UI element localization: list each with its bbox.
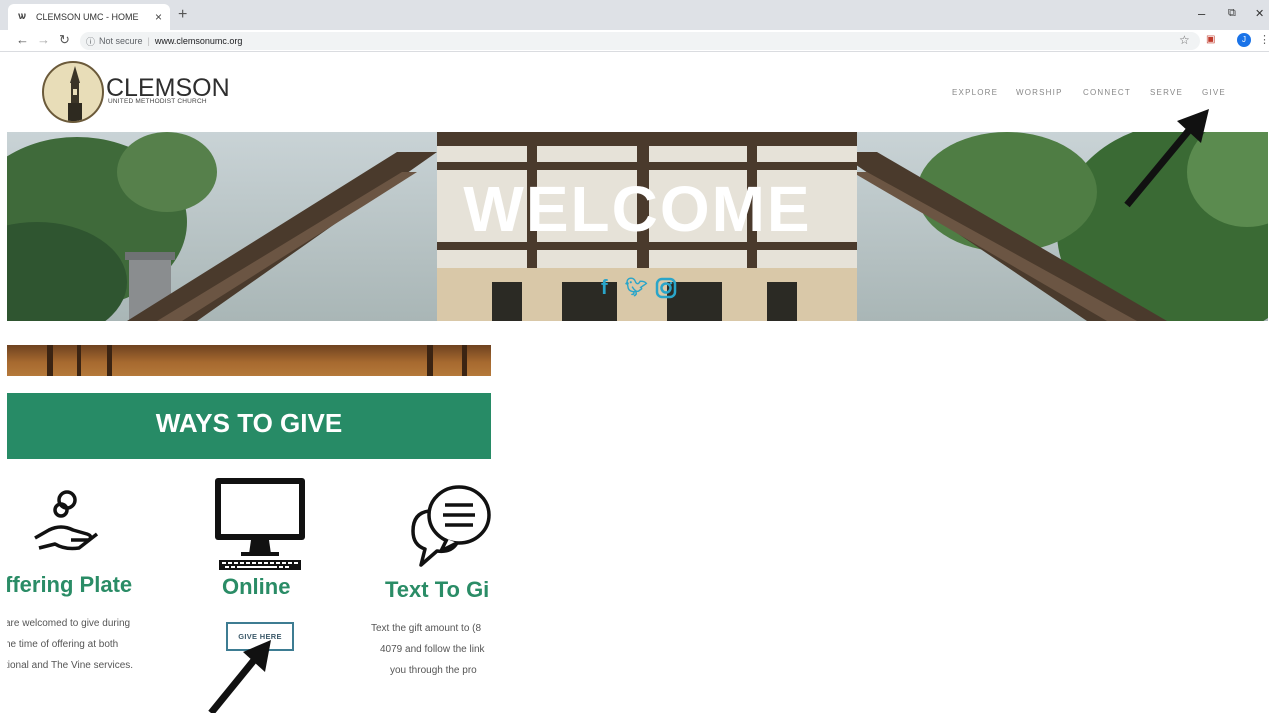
forward-arrow-icon[interactable]: → [37, 32, 50, 47]
back-arrow-icon[interactable]: ← [16, 32, 29, 47]
offering-plate-line-2: ne time of offering at both [7, 639, 119, 650]
text-to-give-title: Text To Gi [385, 577, 490, 602]
new-tab-button[interactable]: + [178, 6, 187, 24]
facebook-icon[interactable]: f [601, 277, 608, 300]
text-to-give-line-2: 4079 and follow the link [380, 644, 485, 655]
security-label: Not secure [99, 36, 143, 46]
church-logo-emblem[interactable] [42, 61, 104, 123]
reload-icon[interactable]: ↻ [59, 32, 70, 48]
nav-worship[interactable]: WORSHIP [1016, 88, 1063, 97]
instagram-icon[interactable] [655, 277, 677, 305]
window-close-button[interactable]: ✕ [1255, 7, 1264, 20]
nav-connect[interactable]: CONNECT [1083, 88, 1131, 97]
annotation-arrow-give-nav [1124, 109, 1209, 208]
logo-subtitle: UNITED METHODIST CHURCH [108, 98, 207, 105]
offering-plate-line-1: are welcomed to give during [7, 618, 131, 629]
offering-plate-title: ffering Plate [7, 572, 133, 597]
address-bar-row: ← → ↻ ⓘ Not secure | www.clemsonumc.org … [0, 30, 1269, 52]
bookmark-star-icon[interactable]: ☆ [1179, 33, 1190, 47]
ways-to-give-heading: WAYS TO GIVE [155, 408, 343, 438]
nav-explore[interactable]: EXPLORE [952, 88, 998, 97]
hero-title: WELCOME [463, 173, 812, 245]
tab-close-icon[interactable]: × [155, 10, 162, 24]
site-favicon-icon: ѡ [18, 11, 26, 22]
profile-avatar[interactable]: J [1237, 33, 1251, 47]
nav-serve[interactable]: SERVE [1150, 88, 1183, 97]
online-title: Online [222, 574, 291, 599]
url-separator: | [147, 36, 150, 46]
minimize-button[interactable]: – [1198, 6, 1205, 21]
text-to-give-line-3: you through the pro [390, 665, 477, 676]
url-text: www.clemsonumc.org [154, 36, 243, 46]
tab-title: CLEMSON UMC - HOME [36, 12, 139, 22]
menu-dots-icon[interactable]: ⋮ [1259, 33, 1269, 46]
hand-coins-icon [34, 490, 99, 551]
extension-shield-icon[interactable]: ▣ [1206, 34, 1215, 45]
restore-button[interactable]: ⧉ [1228, 7, 1236, 20]
browser-tab-bar: ѡ CLEMSON UMC - HOME × + – ⧉ ✕ [0, 0, 1269, 30]
url-field[interactable]: ⓘ Not secure | www.clemsonumc.org [80, 32, 1200, 50]
nav-give[interactable]: GIVE [1202, 88, 1226, 97]
steeple-icon [68, 66, 82, 121]
twitter-icon[interactable]: 🐦︎ [625, 277, 648, 298]
hero-banner: WELCOME f 🐦︎ [7, 132, 1268, 321]
info-icon[interactable]: ⓘ [86, 35, 95, 48]
annotation-arrow-give-here [208, 640, 271, 713]
chat-bubbles-icon [411, 485, 491, 567]
browser-tab[interactable]: ѡ CLEMSON UMC - HOME × [8, 4, 170, 30]
text-to-give-line-1: Text the gift amount to (8 [371, 623, 482, 634]
offering-plate-line-3: tional and The Vine services. [7, 660, 134, 671]
wood-photo-strip [7, 345, 491, 376]
computer-icon [215, 478, 305, 570]
